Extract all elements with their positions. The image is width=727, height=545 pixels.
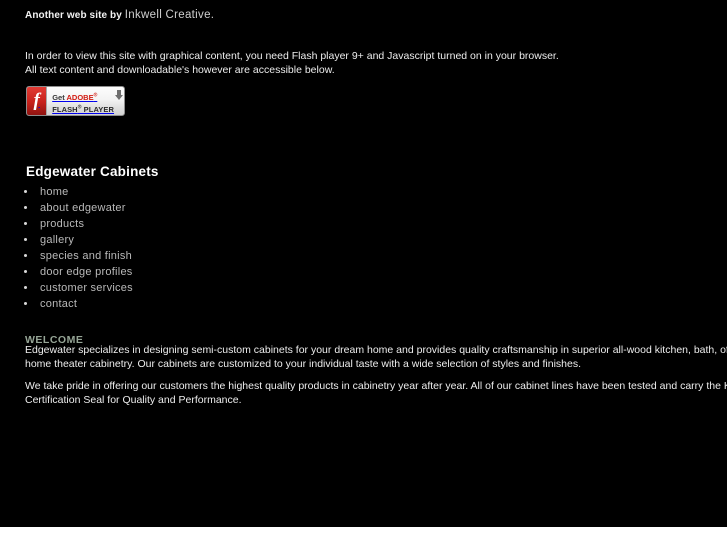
- list-item: species and finish: [24, 247, 133, 263]
- inkwell-creative-link[interactable]: Inkwell Creative.: [125, 9, 214, 21]
- page-title: Edgewater Cabinets: [26, 164, 159, 180]
- notice-line-1: In order to view this site with graphica…: [25, 50, 559, 62]
- flash-badge-line-1: Get ADOBE®: [52, 92, 98, 102]
- download-arrow-head: [115, 95, 124, 100]
- list-item: gallery: [24, 231, 133, 247]
- get-adobe-flash-player-button[interactable]: f Get ADOBE® FLASH® PLAYER: [26, 86, 125, 116]
- list-item: contact: [24, 295, 133, 311]
- main-navigation: home about edgewater products gallery sp…: [0, 183, 133, 311]
- credit-prefix: Another web site by: [25, 10, 125, 21]
- page-bottom-strip: [0, 527, 727, 545]
- flash-get-label: Get: [52, 92, 67, 102]
- welcome-paragraph-2-line-1: We take pride in offering our customers …: [25, 380, 727, 392]
- flash-label: FLASH: [52, 105, 78, 114]
- list-item: products: [24, 215, 133, 231]
- nav-item-door-edge-profiles[interactable]: door edge profiles: [40, 266, 133, 278]
- flash-player-label: PLAYER: [81, 105, 115, 114]
- nav-item-species-and-finish[interactable]: species and finish: [40, 250, 132, 262]
- welcome-paragraph-1: Edgewater specializes in designing semi-…: [25, 343, 727, 371]
- flash-badge-text: Get ADOBE® FLASH® PLAYER: [47, 87, 114, 115]
- welcome-paragraph-2-line-2: Certification Seal for Quality and Perfo…: [25, 394, 242, 406]
- nav-item-about-edgewater[interactable]: about edgewater: [40, 202, 126, 214]
- flash-requirement-notice: In order to view this site with graphica…: [25, 49, 559, 77]
- nav-item-contact[interactable]: contact: [40, 298, 77, 310]
- welcome-paragraph-1-line-2: home theater cabinetry. Our cabinets are…: [25, 358, 582, 370]
- welcome-paragraph-2: We take pride in offering our customers …: [25, 379, 727, 407]
- welcome-paragraph-1-line-1: Edgewater specializes in designing semi-…: [25, 344, 727, 356]
- nav-item-customer-services[interactable]: customer services: [40, 282, 133, 294]
- list-item: home: [24, 183, 133, 199]
- flash-adobe-label: ADOBE: [66, 92, 94, 102]
- flash-f-glyph: f: [33, 89, 40, 111]
- list-item: door edge profiles: [24, 263, 133, 279]
- notice-line-2: All text content and downloadable's howe…: [25, 64, 335, 76]
- flash-badge-line-2: FLASH® PLAYER: [52, 105, 115, 115]
- download-arrow-icon: [114, 87, 124, 115]
- nav-item-gallery[interactable]: gallery: [40, 234, 74, 246]
- list-item: about edgewater: [24, 199, 133, 215]
- page-root: Another web site by Inkwell Creative. In…: [0, 0, 727, 527]
- nav-item-products[interactable]: products: [40, 218, 84, 230]
- flash-adobe-registered-mark: ®: [93, 92, 98, 98]
- credit-line: Another web site by Inkwell Creative.: [25, 9, 214, 21]
- nav-item-home[interactable]: home: [40, 186, 69, 198]
- list-item: customer services: [24, 279, 133, 295]
- flash-f-icon: f: [27, 87, 48, 115]
